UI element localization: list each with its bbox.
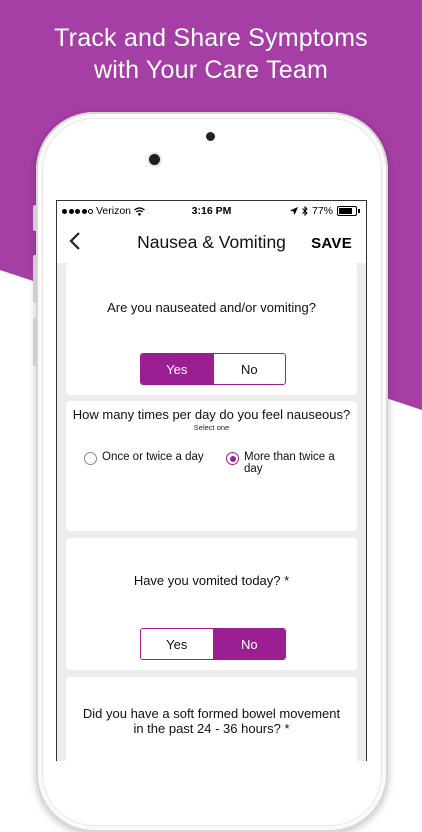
nauseated-segmented-control: Yes No xyxy=(140,353,286,385)
radio-option-more-than-twice[interactable]: More than twice a day xyxy=(226,451,338,475)
battery-cap xyxy=(358,209,360,213)
nauseated-yes-option[interactable]: Yes xyxy=(141,354,213,384)
battery-icon xyxy=(337,206,357,216)
headline-line-1: Track and Share Symptoms xyxy=(54,24,368,52)
battery-percent: 77% xyxy=(311,205,333,217)
vomited-no-option[interactable]: No xyxy=(212,629,285,659)
question-text: Are you nauseated and/or vomiting? xyxy=(107,300,316,315)
status-right: 77% xyxy=(289,205,360,217)
headline: Track and Share Symptoms with Your Care … xyxy=(0,22,422,86)
question-text: Have you vomited today? * xyxy=(133,573,290,588)
save-button[interactable]: SAVE xyxy=(311,235,352,252)
headline-line-2: with Your Care Team xyxy=(93,56,329,84)
location-arrow-icon xyxy=(289,207,298,215)
radio-option-once-twice[interactable]: Once or twice a day xyxy=(84,451,209,465)
radio-selected-icon[interactable] xyxy=(226,452,239,465)
front-camera-icon xyxy=(149,154,160,165)
navigation-bar: Nausea & Vomiting SAVE xyxy=(57,221,366,263)
radio-label: Once or twice a day xyxy=(102,451,204,463)
question-card-nauseated: Are you nauseated and/or vomiting? Yes N… xyxy=(66,263,357,395)
mute-switch xyxy=(33,205,37,231)
bluetooth-icon xyxy=(302,206,308,216)
question-card-vomited-today: Have you vomited today? * Yes No xyxy=(66,538,357,670)
vomited-yes-option[interactable]: Yes xyxy=(141,629,213,659)
radio-label: More than twice a day xyxy=(244,451,335,475)
nauseated-no-option[interactable]: No xyxy=(212,354,286,384)
question-card-nausea-frequency: How many times per day do you feel nause… xyxy=(66,401,357,531)
question-hint: Select one xyxy=(193,423,230,432)
vomited-segmented-control: Yes No xyxy=(140,628,286,660)
phone-screen: Verizon 3:16 PM 77% Nausea & Vomiting SA… xyxy=(56,200,367,761)
question-text: How many times per day do you feel nause… xyxy=(72,407,351,422)
question-text: Did you have a soft formed bowel movemen… xyxy=(82,706,341,736)
status-bar: Verizon 3:16 PM 77% xyxy=(57,201,366,221)
sensor-dot xyxy=(206,132,215,141)
radio-unselected-icon[interactable] xyxy=(84,452,97,465)
question-card-bowel-movement: Did you have a soft formed bowel movemen… xyxy=(66,677,357,761)
volume-up-button xyxy=(33,255,37,303)
volume-down-button xyxy=(33,318,37,366)
